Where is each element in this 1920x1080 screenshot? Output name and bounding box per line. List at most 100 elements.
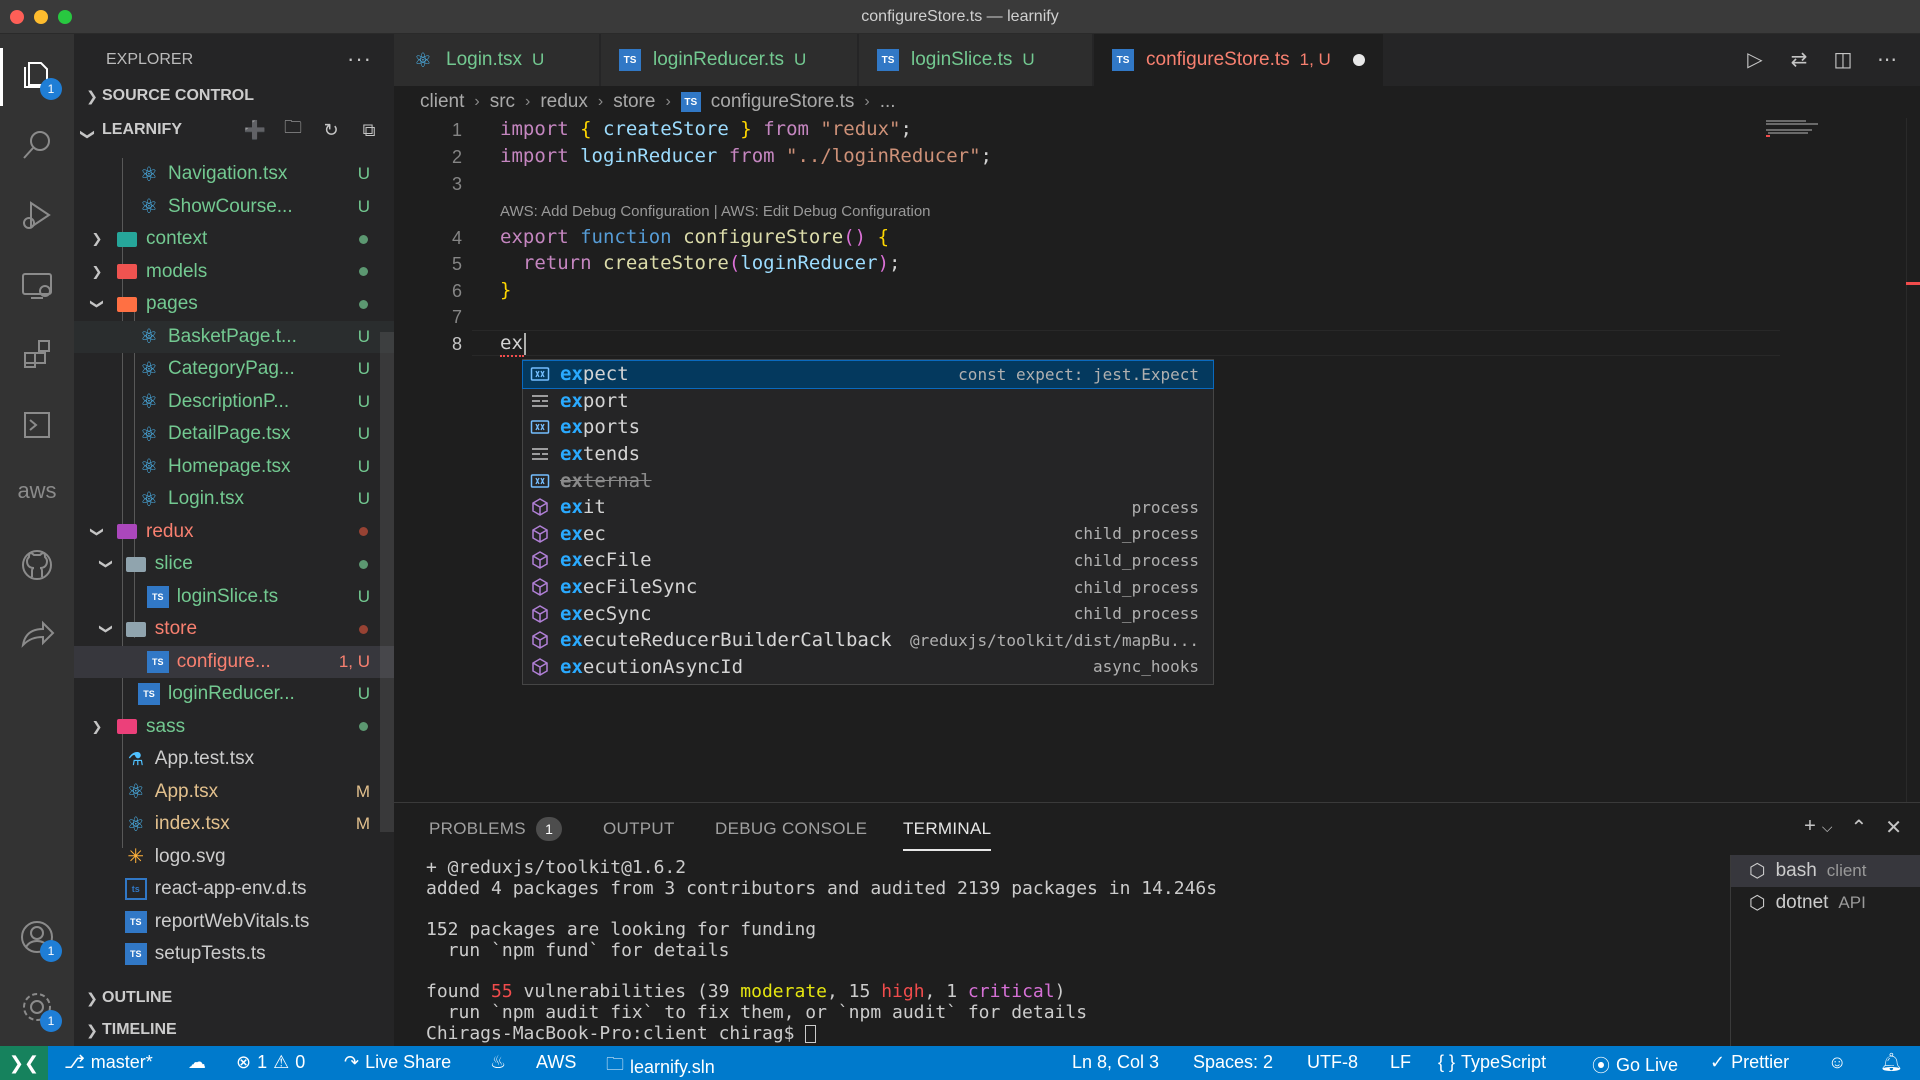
sidebar-scrollbar[interactable] <box>380 332 394 832</box>
compare-changes-icon[interactable]: ⇄ <box>1786 46 1812 72</box>
suggestion-item[interactable]: execFile child_process <box>523 547 1213 574</box>
tree-item-configurestore[interactable]: TS configure... 1, U <box>74 645 394 678</box>
branch-status[interactable]: ⎇ master* <box>64 1052 153 1073</box>
tab-configurestore[interactable]: TS configureStore.ts 1, U <box>1094 34 1384 86</box>
tree-item-setuptests[interactable]: TS setupTests.ts <box>74 938 394 970</box>
terminal-prompt[interactable]: Chirags-MacBook-Pro:client chirag$ <box>426 1023 817 1044</box>
tab-login[interactable]: ⚛ Login.tsx U <box>394 34 600 86</box>
minimap[interactable] <box>1760 118 1920 802</box>
breadcrumb-item[interactable]: configureStore.ts <box>711 91 855 113</box>
project-section[interactable]: ❯ LEARNIFY ➕ 🗀 ↻ ⧉ <box>74 114 394 146</box>
tree-item-index[interactable]: ⚛ index.tsx M <box>74 808 394 840</box>
live-share-activity[interactable] <box>14 612 60 658</box>
notifications-status[interactable]: 🔔︎ <box>1880 1052 1903 1073</box>
tree-item-categorypage[interactable]: ⚛ CategoryPag... U <box>74 353 394 385</box>
tree-item-redux[interactable]: ❯ redux <box>74 516 394 548</box>
maximize-panel-icon[interactable]: ⌃ <box>1850 815 1867 840</box>
aws-activity[interactable]: aws <box>14 468 60 514</box>
unsaved-dot-icon[interactable] <box>1352 54 1365 66</box>
feedback-status[interactable]: ☺ <box>1828 1052 1846 1073</box>
new-folder-icon[interactable]: 🗀 <box>280 117 306 142</box>
tree-item-descriptionpage[interactable]: ⚛ DescriptionP... U <box>74 386 394 418</box>
problems-status[interactable]: ⊗ 1 ⚠ 0 <box>236 1052 305 1073</box>
explorer-activity[interactable]: 1 <box>14 52 62 100</box>
search-activity[interactable] <box>14 122 60 168</box>
aws-status[interactable]: AWS <box>536 1052 576 1073</box>
breadcrumb-item[interactable]: client <box>420 91 464 113</box>
breadcrumb-item[interactable]: ... <box>880 91 896 113</box>
tree-item-detailpage[interactable]: ⚛ DetailPage.tsx U <box>74 418 394 450</box>
remote-indicator[interactable]: ❯❮ <box>0 1046 48 1080</box>
live-share-status[interactable]: ↷ Live Share <box>344 1052 451 1073</box>
more-actions-icon[interactable]: ··· <box>347 46 372 72</box>
new-terminal-icon[interactable]: + <box>1804 815 1816 840</box>
solution-status[interactable]: 🗀 learnify.sln <box>606 1052 715 1080</box>
split-editor-icon[interactable]: ◫ <box>1830 46 1856 72</box>
tree-item-models[interactable]: ❯ models <box>74 256 394 288</box>
suggestion-item[interactable]: exec child_process <box>523 521 1213 548</box>
suggestion-item[interactable]: external <box>523 467 1213 494</box>
tree-item-showcourse[interactable]: ⚛ ShowCourse... U <box>74 191 394 223</box>
prettier-status[interactable]: ✓ Prettier <box>1710 1052 1789 1073</box>
suggestion-item[interactable]: expect const expect: jest.Expect <box>522 360 1214 389</box>
chevron-down-icon[interactable]: ⌵ <box>1822 819 1833 840</box>
run-icon[interactable]: ▷ <box>1742 46 1768 72</box>
tree-item-react-app-env[interactable]: ts react-app-env.d.ts <box>74 873 394 905</box>
suggestion-item[interactable]: exports <box>523 414 1213 441</box>
tree-item-loginslice[interactable]: TS loginSlice.ts U <box>74 581 394 613</box>
tree-item-reportwebvitals[interactable]: TS reportWebVitals.ts <box>74 906 394 938</box>
breadcrumb-item[interactable]: src <box>490 91 515 113</box>
tree-item-login[interactable]: ⚛ Login.tsx U <box>74 483 394 515</box>
tree-item-basketpage[interactable]: ⚛ BasketPage.t... U <box>74 320 394 353</box>
tree-item-logo[interactable]: ✳ logo.svg <box>74 841 394 873</box>
github-activity[interactable] <box>14 542 60 588</box>
go-live-status[interactable]: ⦿ Go Live <box>1592 1052 1678 1078</box>
tree-item-homepage[interactable]: ⚛ Homepage.tsx U <box>74 451 394 483</box>
breadcrumb-item[interactable]: redux <box>540 91 588 113</box>
tab-problems[interactable]: PROBLEMS <box>429 819 526 839</box>
tree-item-slice[interactable]: ❯ slice <box>74 548 394 580</box>
tab-debug-console[interactable]: DEBUG CONSOLE <box>715 819 867 839</box>
suggestion-item[interactable]: execSync child_process <box>523 600 1213 627</box>
suggestion-item[interactable]: export <box>523 388 1213 415</box>
flame-status[interactable]: ♨ <box>490 1052 506 1073</box>
codelens-aws-debug[interactable]: AWS: Add Debug Configuration | AWS: Edit… <box>500 203 931 220</box>
suggestion-item[interactable]: exit process <box>523 494 1213 521</box>
close-panel-icon[interactable]: ✕ <box>1885 815 1902 840</box>
source-control-section[interactable]: ❯ SOURCE CONTROL <box>74 80 394 112</box>
indentation-status[interactable]: Spaces: 2 <box>1193 1052 1273 1073</box>
tab-loginreducer[interactable]: TS loginReducer.ts U <box>601 34 858 86</box>
tab-loginslice[interactable]: TS loginSlice.ts U <box>859 34 1093 86</box>
more-actions-icon[interactable]: ⋯ <box>1874 46 1900 72</box>
tree-item-store[interactable]: ❯ store <box>74 613 394 645</box>
tree-item-app-test[interactable]: ⚗ App.test.tsx <box>74 743 394 775</box>
eol-status[interactable]: LF <box>1390 1052 1411 1073</box>
outline-section[interactable]: ❯ OUTLINE <box>74 982 394 1014</box>
suggestion-item[interactable]: extends <box>523 441 1213 468</box>
extensions-activity[interactable] <box>14 332 60 378</box>
cursor-position[interactable]: Ln 8, Col 3 <box>1072 1052 1159 1073</box>
terminal-item-dotnet[interactable]: ⬡ dotnet API <box>1731 887 1920 919</box>
run-debug-activity[interactable] <box>14 192 60 238</box>
tab-terminal[interactable]: TERMINAL <box>903 819 991 839</box>
tree-item-pages[interactable]: ❯ pages <box>74 288 394 320</box>
timeline-section[interactable]: ❯ TIMELINE <box>74 1014 394 1046</box>
tree-item-context[interactable]: ❯ context <box>74 223 394 255</box>
terminal-activity[interactable] <box>14 402 60 448</box>
manage-activity[interactable]: 1 <box>14 984 62 1032</box>
tree-item-loginreducer[interactable]: TS loginReducer... U <box>74 678 394 710</box>
editor-scrollbar[interactable] <box>1906 118 1920 802</box>
terminal-item-bash[interactable]: ⬡ bash client <box>1731 855 1920 887</box>
suggestion-item[interactable]: executionAsyncId async_hooks <box>523 654 1213 681</box>
language-status[interactable]: { } TypeScript <box>1438 1052 1546 1073</box>
remote-explorer-activity[interactable] <box>14 262 60 308</box>
tab-output[interactable]: OUTPUT <box>603 819 675 839</box>
refresh-icon[interactable]: ↻ <box>318 118 344 142</box>
suggestion-item[interactable]: execFileSync child_process <box>523 574 1213 601</box>
collapse-all-icon[interactable]: ⧉ <box>356 118 382 142</box>
breadcrumb-item[interactable]: store <box>613 91 655 113</box>
encoding-status[interactable]: UTF-8 <box>1307 1052 1358 1073</box>
tree-item-navigation[interactable]: ⚛ Navigation.tsx U <box>74 158 394 190</box>
tree-item-sass[interactable]: ❯ sass <box>74 711 394 743</box>
sync-status[interactable]: ☁ <box>188 1052 206 1073</box>
